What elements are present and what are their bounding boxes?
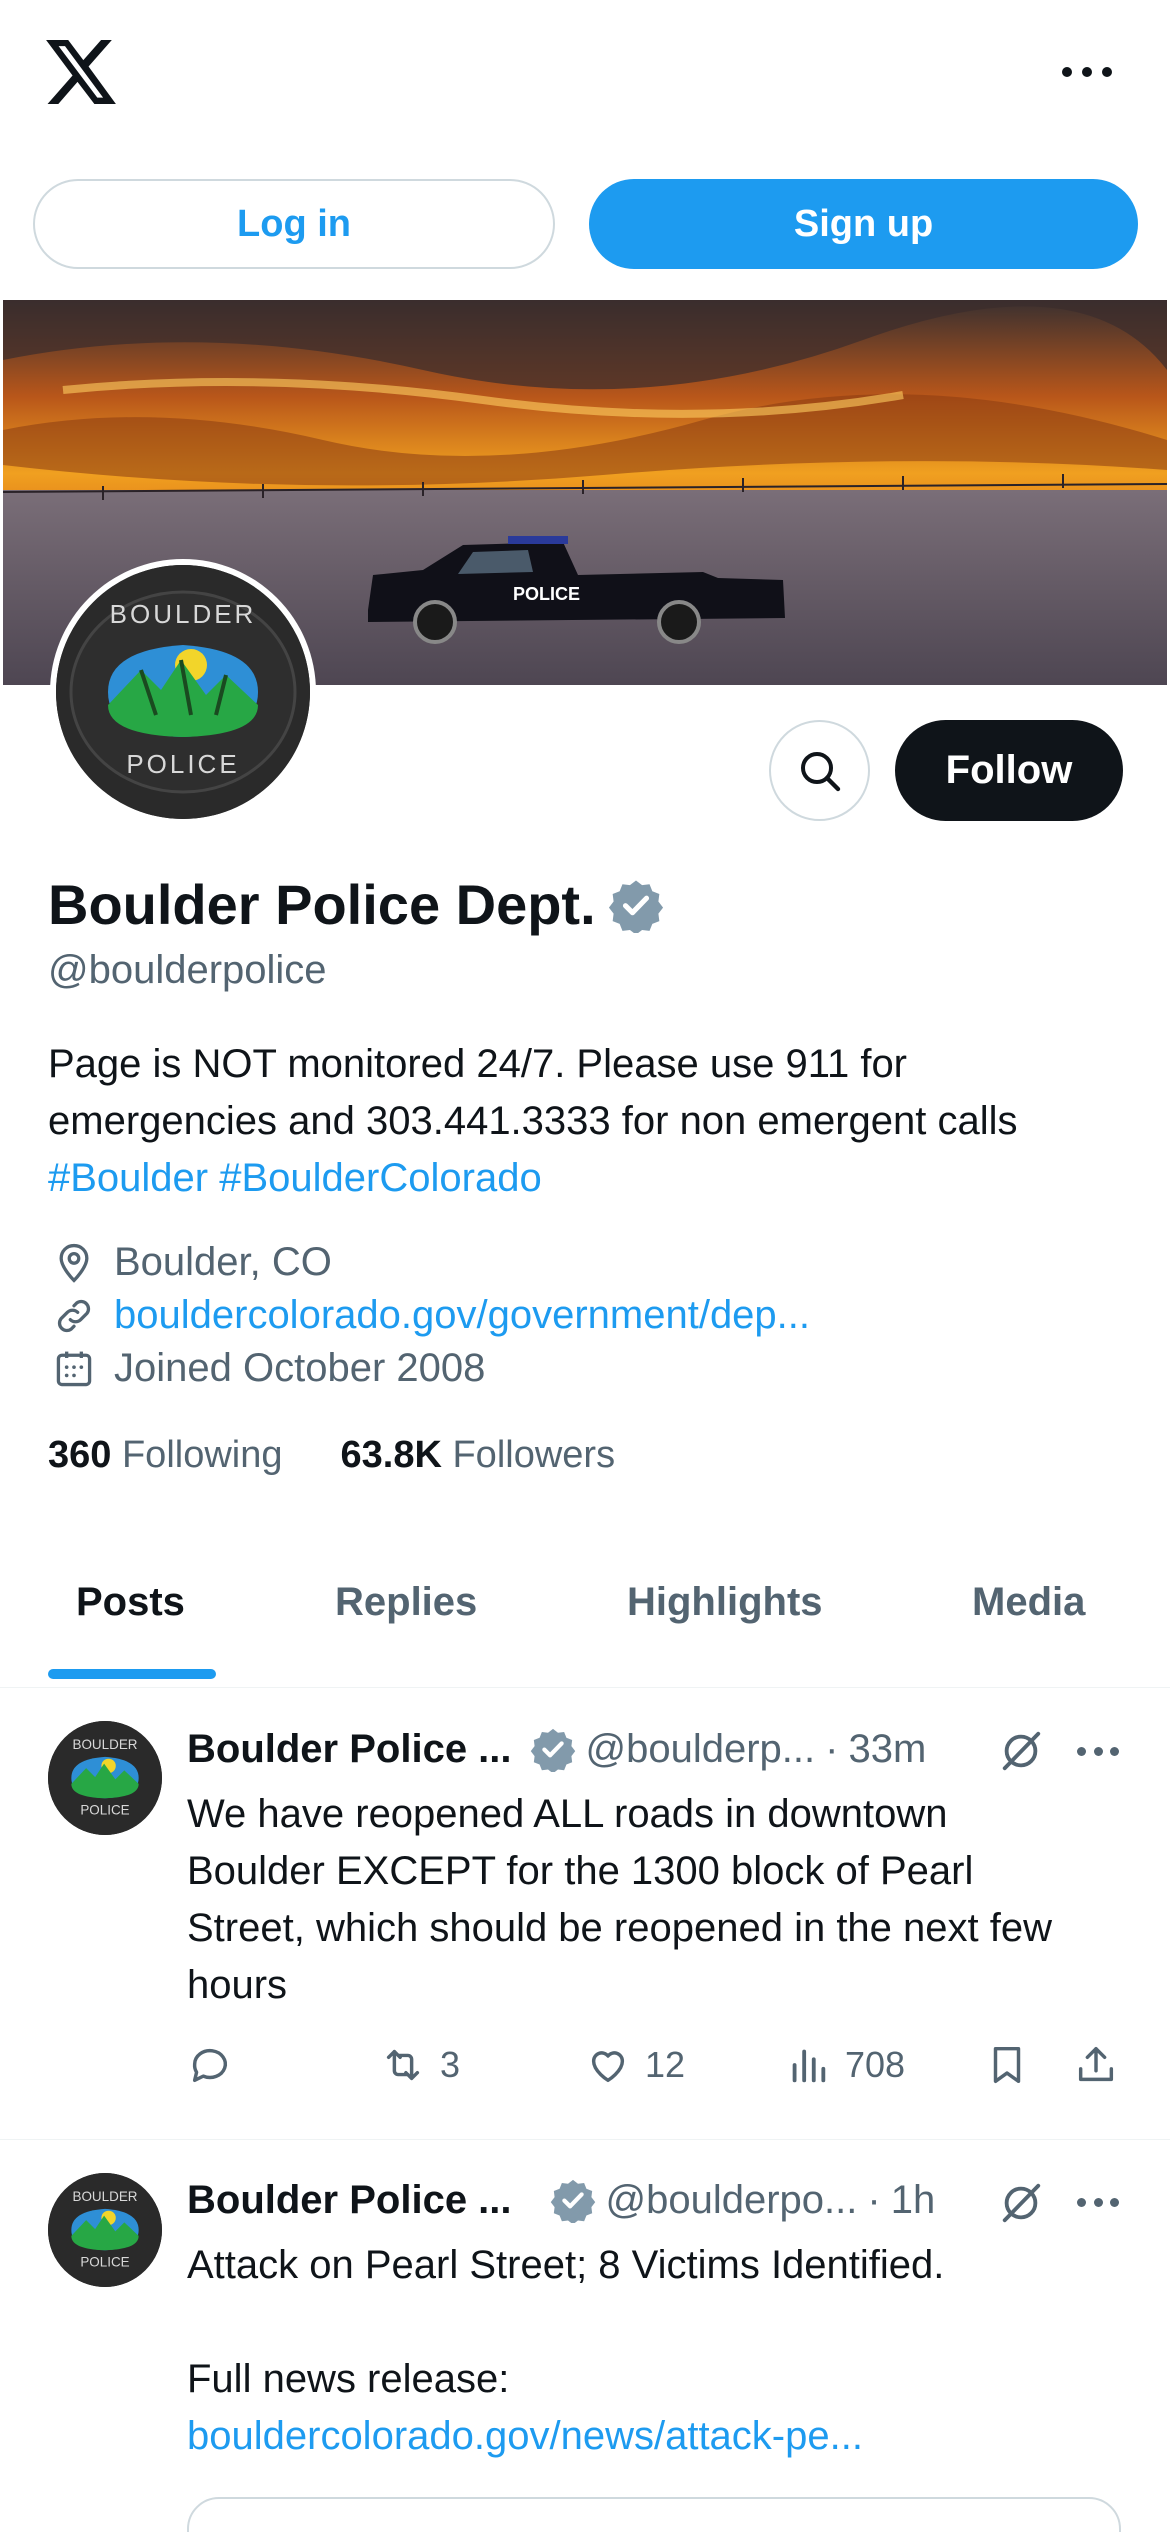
post-text-line: Attack on Pearl Street; 8 Victims Identi… [187, 2243, 945, 2287]
post-more-icon[interactable] [1077, 1745, 1119, 1757]
reply-icon [192, 2048, 228, 2083]
repost-button[interactable]: 3 [380, 2042, 460, 2088]
views-chart-icon [792, 2049, 826, 2083]
post-link[interactable]: bouldercolorado.gov/news/attack-pe... [187, 2408, 1087, 2465]
profile-joined: Joined October 2008 [52, 1346, 485, 1391]
profile-handle: @boulderpolice [48, 948, 327, 992]
views-button[interactable]: 708 [785, 2042, 905, 2088]
svg-text:POLICE: POLICE [513, 584, 580, 604]
svg-text:POLICE: POLICE [80, 1802, 129, 1817]
joined-text: Joined October 2008 [114, 1346, 486, 1390]
follow-button[interactable]: Follow [895, 720, 1123, 821]
link-icon [57, 1299, 91, 1332]
grok-icon[interactable] [998, 1728, 1044, 1774]
search-profile-button[interactable] [769, 720, 870, 821]
post-more-icon[interactable] [1077, 2196, 1119, 2208]
boulder-police-logo: BOULDER POLICE [48, 1721, 162, 1835]
location-pin-icon [59, 1243, 89, 1283]
follow-stats: 360 Following 63.8K Followers [48, 1434, 615, 1477]
boulder-police-logo: BOULDER POLICE [56, 565, 310, 819]
svg-text:POLICE: POLICE [126, 749, 239, 779]
post-author-name[interactable]: Boulder Police ... [187, 2178, 512, 2223]
svg-text:BOULDER: BOULDER [72, 1737, 137, 1752]
post-author-handle[interactable]: @boulderpo... [606, 2178, 858, 2223]
repost-icon [386, 2049, 420, 2081]
verified-badge-icon[interactable] [608, 877, 664, 933]
verified-badge-icon [550, 2179, 595, 2223]
svg-text:POLICE: POLICE [80, 2254, 129, 2269]
top-bar [0, 0, 1170, 150]
search-icon [800, 751, 840, 791]
following-label: Following [121, 1434, 283, 1476]
profile-avatar[interactable]: BOULDER POLICE [50, 559, 316, 825]
post-author-name[interactable]: Boulder Police ... [187, 1727, 512, 1772]
post-author-handle[interactable]: @boulderp... [586, 1727, 816, 1772]
like-button[interactable]: 12 [585, 2042, 685, 2088]
hashtag-link[interactable]: #BoulderColorado [219, 1156, 541, 1200]
share-icon [1078, 2046, 1114, 2082]
tab-replies[interactable]: Replies [335, 1580, 477, 1625]
post-header: Boulder Police ... @boulderpo... · 1h [187, 2177, 935, 2223]
svg-text:BOULDER: BOULDER [72, 2189, 137, 2204]
followers-link[interactable]: 63.8K Followers [341, 1434, 616, 1477]
login-button[interactable]: Log in [33, 179, 555, 269]
x-logo-icon[interactable] [46, 40, 116, 104]
bookmark-button[interactable] [984, 2042, 1030, 2088]
heart-icon [591, 2051, 625, 2083]
location-text: Boulder, CO [114, 1240, 332, 1284]
post-timestamp[interactable]: 33m [848, 1727, 926, 1772]
bio-text: Page is NOT monitored 24/7. Please use 9… [48, 1042, 1018, 1143]
following-link[interactable]: 360 Following [48, 1434, 283, 1477]
post-text: We have reopened ALL roads in downtown B… [187, 1792, 1052, 2007]
verified-badge-icon [530, 1728, 575, 1772]
followers-count: 63.8K [340, 1434, 442, 1476]
tab-posts[interactable]: Posts [76, 1580, 185, 1625]
post-avatar[interactable]: BOULDER POLICE [48, 2173, 162, 2287]
post-item[interactable]: BOULDER POLICE Boulder Police ... @bould… [0, 2141, 1170, 2532]
profile-bio: Page is NOT monitored 24/7. Please use 9… [48, 1036, 1128, 1207]
reply-button[interactable] [187, 2042, 247, 2088]
signup-button[interactable]: Sign up [589, 179, 1138, 269]
followers-label: Followers [452, 1434, 616, 1476]
grok-icon[interactable] [998, 2180, 1044, 2226]
post-header: Boulder Police ... @boulderp... · 33m [187, 1726, 926, 1772]
post-item[interactable]: BOULDER POLICE Boulder Police ... @bould… [0, 1690, 1170, 2140]
link-preview-card[interactable] [187, 2497, 1121, 2532]
views-count: 708 [845, 2044, 906, 2085]
active-tab-indicator [48, 1669, 216, 1679]
post-separator: · [825, 1726, 839, 1771]
post-actions: 3 12 708 [187, 2042, 1127, 2102]
post-text: Attack on Pearl Street; 8 Victims Identi… [187, 2237, 1087, 2465]
profile-tabs: Posts Replies Highlights Media [0, 1540, 1170, 1688]
profile-name-row: Boulder Police Dept. [48, 872, 664, 937]
like-count: 12 [645, 2044, 686, 2085]
website-link[interactable]: bouldercolorado.gov/government/dep... [114, 1293, 810, 1338]
post-timestamp[interactable]: 1h [891, 2178, 936, 2223]
profile-location: Boulder, CO [52, 1240, 332, 1285]
display-name: Boulder Police Dept. [48, 873, 596, 936]
boulder-police-logo: BOULDER POLICE [48, 2173, 162, 2287]
post-separator: · [867, 2177, 881, 2222]
repost-count: 3 [440, 2044, 461, 2085]
calendar-icon [56, 1351, 92, 1386]
post-avatar[interactable]: BOULDER POLICE [48, 1721, 162, 1835]
profile-website[interactable]: bouldercolorado.gov/government/dep... [52, 1293, 810, 1338]
tab-highlights[interactable]: Highlights [627, 1580, 823, 1625]
svg-text:BOULDER: BOULDER [110, 599, 257, 629]
post-text-line: Full news release: [187, 2357, 510, 2401]
hashtag-link[interactable]: #Boulder [48, 1156, 208, 1200]
following-count: 360 [48, 1434, 112, 1476]
more-dots-icon[interactable] [1062, 52, 1112, 92]
share-button[interactable] [1073, 2042, 1119, 2088]
bookmark-icon [993, 2046, 1021, 2084]
tab-media[interactable]: Media [972, 1580, 1085, 1625]
